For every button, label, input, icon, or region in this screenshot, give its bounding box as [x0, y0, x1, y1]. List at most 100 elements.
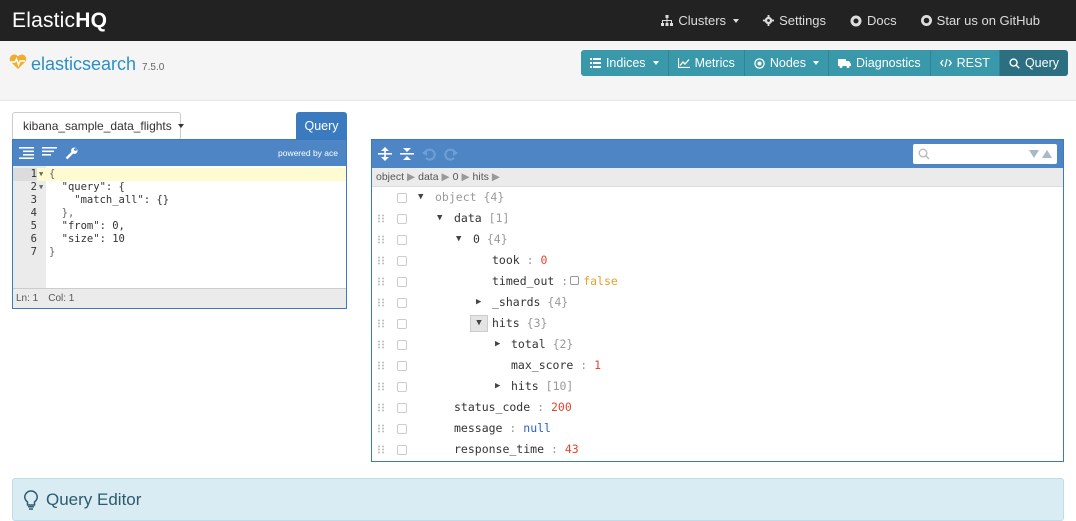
tree-row[interactable]: message : null: [372, 418, 1062, 439]
select-checkbox[interactable]: [397, 319, 407, 329]
drag-handle-icon[interactable]: [377, 382, 385, 391]
select-checkbox[interactable]: [397, 277, 407, 287]
boolean-checkbox[interactable]: [570, 276, 580, 285]
metrics-button[interactable]: Metrics: [668, 50, 745, 76]
rest-button[interactable]: REST: [930, 50, 1000, 76]
drag-handle-icon[interactable]: [377, 340, 385, 349]
code-area[interactable]: 1 ▼{ 2 ▼ "query": { 3 "match_all": {} 4 },…: [13, 166, 346, 288]
expand-arrow-icon[interactable]: ▼: [418, 187, 423, 208]
tree-row[interactable]: ▼ hits {3}: [372, 313, 1062, 334]
editor-statusbar: Ln: 1 Col: 1: [13, 288, 346, 308]
select-checkbox[interactable]: [397, 403, 407, 413]
run-query-button[interactable]: Query: [296, 112, 347, 140]
breadcrumb-separator-icon: ▶: [407, 171, 416, 183]
tree-row[interactable]: took : 0: [372, 250, 1062, 271]
drag-handle-icon[interactable]: [377, 235, 385, 244]
powered-by-label: powered by ace: [277, 148, 338, 158]
tree-row[interactable]: response_time : 43: [372, 439, 1062, 460]
select-checkbox[interactable]: [397, 235, 407, 245]
breadcrumb-separator-icon: ▶: [461, 171, 470, 183]
drag-handle-icon[interactable]: [377, 445, 385, 454]
list-icon: [589, 58, 601, 68]
docs-link[interactable]: Docs: [850, 13, 897, 28]
select-checkbox[interactable]: [397, 361, 407, 371]
nodes-button[interactable]: Nodes: [744, 50, 829, 76]
collapsed-arrow-icon[interactable]: ▶: [495, 334, 500, 355]
top-navbar: ElasticHQ Clusters Settings Docs Star us…: [0, 0, 1076, 41]
drag-handle-icon[interactable]: [377, 361, 385, 370]
select-checkbox[interactable]: [397, 424, 407, 434]
drag-handle-icon[interactable]: [377, 277, 385, 286]
breadcrumb-item[interactable]: object: [376, 171, 404, 183]
settings-link[interactable]: Settings: [763, 13, 826, 28]
info-panel-title: Query Editor: [46, 489, 142, 509]
collapse-all-icon[interactable]: [400, 147, 414, 161]
result-toolbar: [372, 140, 1063, 168]
tree-row[interactable]: status_code : 200: [372, 397, 1062, 418]
select-checkbox[interactable]: [397, 445, 407, 455]
breadcrumb-item[interactable]: hits: [473, 171, 489, 183]
github-link[interactable]: Star us on GitHub: [920, 13, 1040, 28]
wrench-icon[interactable]: [65, 147, 78, 160]
expand-all-icon[interactable]: [378, 147, 392, 161]
result-viewer: object ▶ data ▶ 0 ▶ hits ▶ ▼ object {4} ▼ da…: [371, 139, 1064, 462]
line-chart-icon: [677, 58, 690, 68]
undo-icon[interactable]: [422, 148, 436, 161]
drag-handle-icon[interactable]: [377, 298, 385, 307]
top-nav: Clusters Settings Docs Star us on GitHub: [661, 0, 1076, 41]
breadcrumb-item[interactable]: 0: [453, 171, 459, 183]
app-brand[interactable]: ElasticHQ: [12, 9, 107, 33]
redo-icon[interactable]: [444, 148, 458, 161]
cluster-name: elasticsearch: [31, 54, 137, 74]
expand-arrow-icon[interactable]: ▼: [437, 208, 442, 229]
select-checkbox[interactable]: [397, 193, 407, 203]
select-checkbox[interactable]: [397, 298, 407, 308]
main-nav-buttons: Indices Metrics Nodes Diagnostics REST Q…: [580, 50, 1068, 76]
drag-handle-icon[interactable]: [377, 256, 385, 265]
indices-button[interactable]: Indices: [580, 50, 669, 76]
code-line: 5 "from": 0,: [30, 220, 125, 232]
drag-handle-icon[interactable]: [377, 319, 385, 328]
code-icon: [939, 58, 952, 68]
tree-row[interactable]: ▶ total {2}: [372, 334, 1062, 355]
select-checkbox[interactable]: [397, 214, 407, 224]
cluster-version: 7.5.0: [142, 62, 165, 73]
tree-row[interactable]: ▶ _shards {4}: [372, 292, 1062, 313]
select-checkbox[interactable]: [397, 382, 407, 392]
compact-icon[interactable]: [42, 147, 57, 159]
clusters-dropdown[interactable]: Clusters: [661, 13, 740, 28]
drag-handle-icon[interactable]: [377, 214, 385, 223]
expand-arrow-icon[interactable]: ▼: [456, 229, 461, 250]
fold-arrow-icon: ▼: [39, 183, 44, 191]
expand-arrow-icon[interactable]: ▼: [470, 315, 488, 332]
diagnostics-button[interactable]: Diagnostics: [828, 50, 931, 76]
life-ring-icon: [850, 15, 862, 26]
drag-handle-icon[interactable]: [377, 403, 385, 412]
select-checkbox[interactable]: [397, 256, 407, 266]
collapsed-arrow-icon[interactable]: ▶: [476, 292, 481, 313]
query-editor[interactable]: powered by ace 1 ▼{ 2 ▼ "query": { 3 "matc…: [12, 139, 347, 309]
result-search-input[interactable]: [913, 144, 1057, 164]
gear-icon: [763, 15, 775, 26]
format-icon[interactable]: [19, 147, 34, 159]
tree-row[interactable]: ▼ object {4}: [372, 187, 1062, 208]
query-editor-info-panel: Query Editor: [12, 478, 1064, 521]
caret-down-icon: [177, 124, 184, 128]
select-checkbox[interactable]: [397, 340, 407, 350]
breadcrumb-item[interactable]: data: [418, 171, 438, 183]
breadcrumb-separator-icon: ▶: [491, 171, 500, 183]
tree-row[interactable]: ▼ 0 {4}: [372, 229, 1062, 250]
search-next-icon[interactable]: [1029, 150, 1039, 158]
code-line: 2 ▼ "query": {: [30, 181, 125, 193]
drag-handle-icon[interactable]: [377, 424, 385, 433]
tree-row[interactable]: ▶ hits [10]: [372, 376, 1062, 397]
tree-row[interactable]: ▼ data [1]: [372, 208, 1062, 229]
caret-down-icon: [733, 18, 740, 23]
tree-row[interactable]: timed_out : false: [372, 271, 1062, 292]
query-nav-button[interactable]: Query: [999, 50, 1068, 76]
code-line: 3 "match_all": {}: [30, 194, 170, 206]
collapsed-arrow-icon[interactable]: ▶: [495, 376, 500, 397]
index-select-dropdown[interactable]: kibana_sample_data_flights: [12, 112, 184, 140]
tree-row[interactable]: max_score : 1: [372, 355, 1062, 376]
search-prev-icon[interactable]: [1042, 150, 1052, 158]
